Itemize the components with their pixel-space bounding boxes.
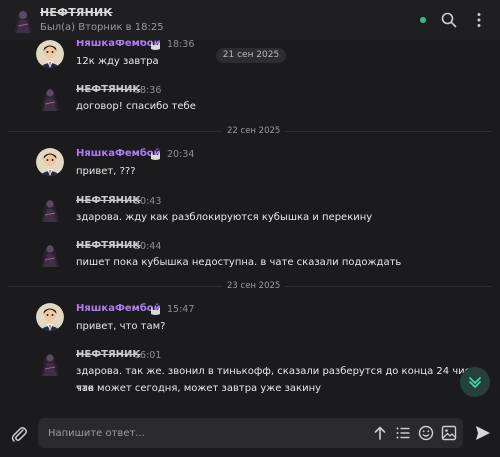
emoji-button[interactable] xyxy=(418,425,434,441)
message-text-line: что может сегодня, может завтра уже заки… xyxy=(76,383,322,394)
message-text: привет, ??? xyxy=(76,166,136,177)
message-input[interactable] xyxy=(48,424,348,442)
paperclip-icon xyxy=(11,427,27,442)
arrow-up-button[interactable] xyxy=(372,425,388,441)
online-indicator xyxy=(420,17,426,23)
message-time: 20:43 xyxy=(134,196,162,207)
list-format-button[interactable] xyxy=(395,425,411,441)
avatar-neftyanik[interactable] xyxy=(38,195,62,223)
message-sender[interactable]: НяшкаФембой xyxy=(76,148,161,159)
cat-badge-icon xyxy=(151,152,160,160)
message-feed[interactable]: НяшкаФембой 18:36 12к жду завтра 21 сен … xyxy=(0,40,500,415)
message-text: пишет пока кубышка недоступна. в чате ск… xyxy=(76,257,402,268)
contact-name[interactable]: НЕФТЯНИК xyxy=(40,6,113,19)
search-button[interactable] xyxy=(440,11,458,29)
attach-button[interactable] xyxy=(9,424,29,444)
vertical-dots-icon xyxy=(477,13,481,27)
image-button[interactable] xyxy=(441,425,457,441)
message-sender[interactable]: НЕФТЯНИК xyxy=(76,240,141,251)
date-divider-label: 22 сен 2025 xyxy=(222,126,286,136)
message-time: 20:44 xyxy=(134,241,162,252)
avatar-neftyanik[interactable] xyxy=(38,349,62,377)
avatar-nyashka[interactable] xyxy=(36,40,64,68)
avatar-nyashka[interactable] xyxy=(36,303,64,331)
message-sender[interactable]: НяшкаФембой xyxy=(76,40,161,49)
scroll-to-bottom-button[interactable] xyxy=(460,367,490,397)
search-icon xyxy=(441,12,457,28)
message-text: договор! спасибо тебе xyxy=(76,101,196,112)
avatar-neftyanik[interactable] xyxy=(38,84,62,112)
contact-avatar[interactable] xyxy=(10,6,36,34)
image-icon xyxy=(441,425,457,441)
send-button[interactable] xyxy=(474,424,492,442)
message-text: здарова. жду как разблокируются кубышка … xyxy=(76,212,373,223)
list-icon xyxy=(396,427,410,439)
message-time: 18:36 xyxy=(134,85,162,96)
message-time: 20:34 xyxy=(167,149,195,160)
contact-last-seen: Был(а) Вторник в 18:25 xyxy=(40,22,164,33)
message-time: 16:01 xyxy=(134,350,162,361)
message-time: 15:47 xyxy=(167,304,195,315)
cat-badge-icon xyxy=(151,307,160,315)
message-sender[interactable]: НЕФТЯНИК xyxy=(76,195,141,206)
cat-badge-icon xyxy=(151,42,160,50)
chevron-down-icon xyxy=(469,377,481,388)
message-time: 18:36 xyxy=(167,40,195,50)
chat-header: НЕФТЯНИК Был(а) Вторник в 18:25 xyxy=(0,0,500,40)
message-text: привет, что там? xyxy=(76,321,166,332)
floating-date-pill: 21 сен 2025 xyxy=(216,48,286,63)
send-icon xyxy=(476,426,490,440)
message-sender[interactable]: НЕФТЯНИК xyxy=(76,84,141,95)
message-text: 12к жду завтра xyxy=(76,56,159,67)
avatar-nyashka[interactable] xyxy=(36,148,64,176)
more-options-button[interactable] xyxy=(470,11,488,29)
message-sender[interactable]: НяшкаФембой xyxy=(76,303,161,314)
date-divider-label: 23 сен 2025 xyxy=(222,281,286,291)
message-sender[interactable]: НЕФТЯНИК xyxy=(76,349,141,360)
arrow-up-icon xyxy=(374,426,386,440)
smiley-icon xyxy=(418,425,434,441)
avatar-neftyanik[interactable] xyxy=(38,240,62,268)
